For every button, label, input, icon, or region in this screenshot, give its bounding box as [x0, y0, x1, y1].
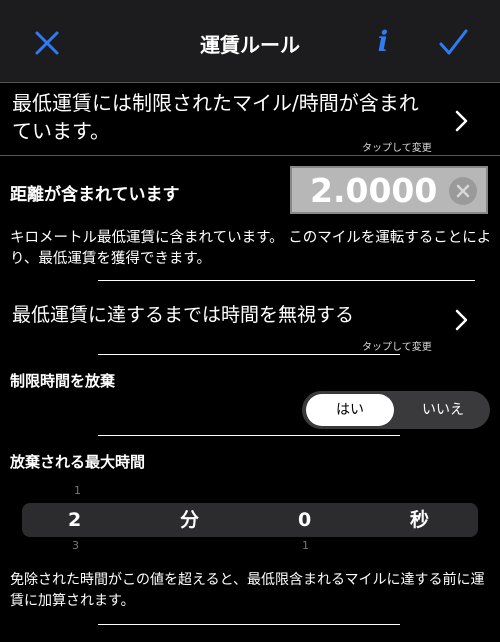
distance-value: 2.0000	[310, 171, 438, 210]
chevron-right-icon	[455, 309, 468, 331]
min-fare-rule-text: 最低運賃には制限されたマイル/時間が含まれています。	[12, 91, 419, 143]
option-no[interactable]: いいえ	[400, 394, 486, 426]
picker-seconds-value: 0	[298, 509, 312, 531]
divider	[98, 624, 400, 625]
divider	[98, 354, 400, 355]
distance-description: キロメートル最低運賃に含まれています。 このマイルを運転することにより、最低運賃…	[10, 230, 492, 267]
divider	[98, 280, 475, 281]
clear-icon[interactable]	[448, 176, 478, 206]
waive-time-toggle: はい いいえ	[302, 391, 490, 429]
max-waived-description: 免除された時間がこの値を超えると、最低限含まれるマイルに達する前に運賃に加算され…	[10, 572, 485, 609]
checkmark-icon[interactable]	[436, 26, 470, 60]
duration-picker[interactable]: 2 分 0 秒	[22, 503, 478, 537]
tap-to-change-hint: タップして変更	[362, 143, 432, 154]
waive-time-label: 制限時間を放棄	[10, 372, 116, 390]
distance-input[interactable]: 2.0000	[290, 166, 488, 214]
tap-to-change-hint: タップして変更	[362, 342, 432, 353]
divider	[98, 435, 400, 436]
option-yes[interactable]: はい	[306, 394, 394, 426]
picker-minutes-value: 2	[68, 509, 82, 531]
picker-minutes-next: 3	[72, 539, 79, 552]
picker-minutes-prev: 1	[74, 484, 81, 497]
picker-seconds-next: 1	[302, 539, 309, 552]
picker-seconds-unit: 秒	[410, 509, 430, 531]
max-waived-time-label: 放棄される最大時間	[10, 453, 146, 471]
min-fare-rule-row[interactable]: 最低運賃には制限されたマイル/時間が含まれています。 タップして変更	[0, 82, 500, 156]
navigation-bar: 運賃ルール i	[0, 0, 500, 82]
page-title: 運賃ルール	[200, 33, 300, 57]
info-icon[interactable]: i	[368, 20, 398, 64]
ignore-time-row[interactable]: 最低運賃に達するまでは時間を無視する タップして変更	[0, 296, 500, 354]
chevron-right-icon	[455, 110, 468, 132]
distance-included-label: 距離が含まれています	[10, 185, 180, 205]
picker-minutes-unit: 分	[180, 509, 200, 531]
ignore-time-text: 最低運賃に達するまでは時間を無視する	[12, 304, 355, 326]
